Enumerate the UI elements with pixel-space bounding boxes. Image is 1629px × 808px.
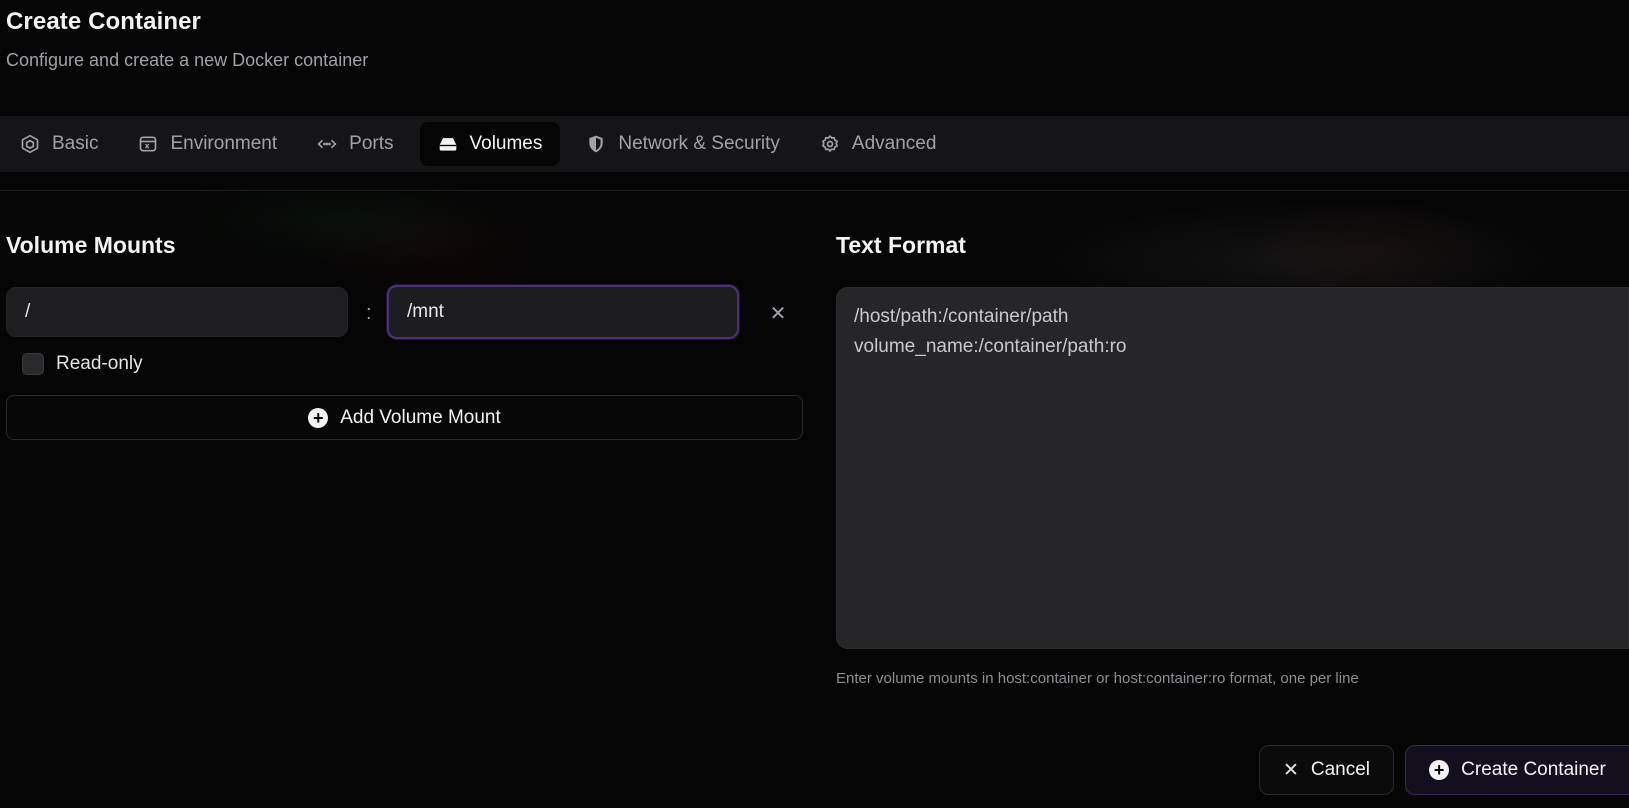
text-format-helper: Enter volume mounts in host:container or… (836, 670, 1359, 687)
cancel-button[interactable]: ✕ Cancel (1259, 745, 1394, 795)
read-only-checkbox[interactable] (22, 353, 44, 375)
host-path-input[interactable] (6, 287, 348, 337)
container-path-input[interactable] (387, 285, 739, 339)
path-separator: : (366, 302, 372, 324)
shield-icon (586, 134, 606, 154)
add-volume-mount-button[interactable]: + Add Volume Mount (6, 395, 803, 440)
tab-network-security[interactable]: Network & Security (572, 122, 794, 166)
tab-volumes[interactable]: Volumes (419, 122, 561, 166)
divider (0, 190, 1629, 191)
close-icon: ✕ (1282, 759, 1299, 781)
tab-label: Advanced (851, 133, 937, 154)
page-title: Create Container (6, 8, 201, 35)
plus-circle-icon: + (308, 407, 329, 428)
close-icon: ✕ (769, 302, 787, 325)
create-container-label: Create Container (1461, 759, 1606, 780)
tab-label: Environment (170, 133, 278, 154)
ports-icon (317, 134, 337, 154)
remove-mount-button[interactable]: ✕ (765, 300, 791, 326)
tab-label: Network & Security (618, 133, 780, 154)
volume-mounts-title: Volume Mounts (6, 232, 176, 258)
read-only-label: Read-only (56, 353, 143, 374)
add-volume-mount-label: Add Volume Mount (340, 406, 501, 428)
tab-environment[interactable]: Environment (124, 122, 291, 166)
text-format-title: Text Format (836, 232, 966, 258)
volume-text-format-textarea[interactable]: /host/path:/container/path volume_name:/… (836, 287, 1629, 649)
cancel-label: Cancel (1310, 759, 1371, 780)
create-container-button[interactable]: + Create Container (1405, 745, 1629, 795)
plus-circle-icon: + (1429, 760, 1450, 780)
tab-ports[interactable]: Ports (303, 122, 407, 166)
page-header: Create Container Configure and create a … (6, 8, 368, 71)
package-icon (20, 134, 40, 154)
gear-icon (820, 134, 840, 154)
page-subtitle: Configure and create a new Docker contai… (6, 50, 369, 70)
hard-drive-icon (438, 134, 458, 154)
tab-basic[interactable]: Basic (6, 122, 112, 166)
tab-label: Volumes (469, 133, 543, 154)
tab-advanced[interactable]: Advanced (806, 122, 951, 166)
tab-label: Basic (52, 133, 99, 154)
tab-bar: Basic Environment Ports Volumes Network … (0, 116, 1629, 172)
variable-icon (138, 134, 158, 154)
tab-label: Ports (349, 133, 394, 154)
